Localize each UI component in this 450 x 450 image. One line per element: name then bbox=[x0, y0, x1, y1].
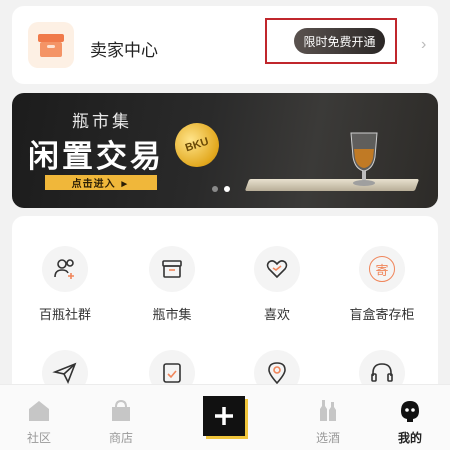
feature-favorites[interactable]: 喜欢 bbox=[232, 246, 322, 323]
promo-banner[interactable]: 瓶市集 闲置交易 点击进入 ► BKU bbox=[12, 93, 438, 208]
feature-storage[interactable]: 寄 盲盒寄存柜 bbox=[337, 246, 427, 323]
tab-select-wine[interactable]: 选酒 bbox=[293, 385, 363, 446]
publish-plus-button[interactable] bbox=[203, 396, 245, 436]
feature-label: 百瓶社群 bbox=[38, 307, 91, 322]
tab-label: 商店 bbox=[108, 431, 133, 445]
banner-title: 闲置交易 bbox=[28, 139, 164, 174]
feature-label: 瓶市集 bbox=[152, 307, 192, 322]
feature-label: 盲盒寄存柜 bbox=[349, 307, 415, 322]
carousel-dots bbox=[212, 186, 230, 192]
market-box-icon bbox=[149, 246, 195, 292]
tab-shop[interactable]: 商店 bbox=[86, 385, 156, 446]
seller-center-title: 卖家中心 bbox=[90, 41, 158, 60]
community-icon bbox=[42, 246, 88, 292]
shop-tab-icon bbox=[112, 399, 130, 421]
shop-box-icon bbox=[28, 22, 74, 68]
plus-icon bbox=[215, 407, 233, 425]
feature-market[interactable]: 瓶市集 bbox=[127, 246, 217, 323]
storage-glyph: 寄 bbox=[369, 256, 395, 282]
feature-label: 喜欢 bbox=[263, 307, 290, 322]
carousel-dot-active[interactable] bbox=[224, 186, 230, 192]
coin-badge: BKU bbox=[169, 117, 225, 173]
storage-icon: 寄 bbox=[359, 246, 405, 292]
community-tab-icon bbox=[29, 401, 49, 421]
tab-mine[interactable]: 我的 bbox=[375, 385, 445, 446]
free-open-button[interactable]: 限时免费开通 bbox=[294, 28, 385, 54]
banner-enter-button[interactable]: 点击进入 ► bbox=[45, 175, 157, 190]
bottles-tab-icon bbox=[320, 400, 336, 421]
carousel-dot[interactable] bbox=[212, 186, 218, 192]
tab-label: 社区 bbox=[26, 431, 51, 445]
whisky-glass-image bbox=[350, 132, 378, 186]
profile-tab-icon bbox=[401, 401, 419, 422]
tab-label: 我的 bbox=[397, 431, 422, 445]
banner-subtitle: 瓶市集 bbox=[72, 112, 132, 131]
tab-label: 选酒 bbox=[315, 431, 340, 445]
feature-community[interactable]: 百瓶社群 bbox=[20, 246, 110, 323]
book-image bbox=[244, 179, 420, 191]
chevron-right-icon: › bbox=[421, 36, 427, 53]
tab-community[interactable]: 社区 bbox=[4, 385, 74, 446]
heart-icon bbox=[254, 246, 300, 292]
